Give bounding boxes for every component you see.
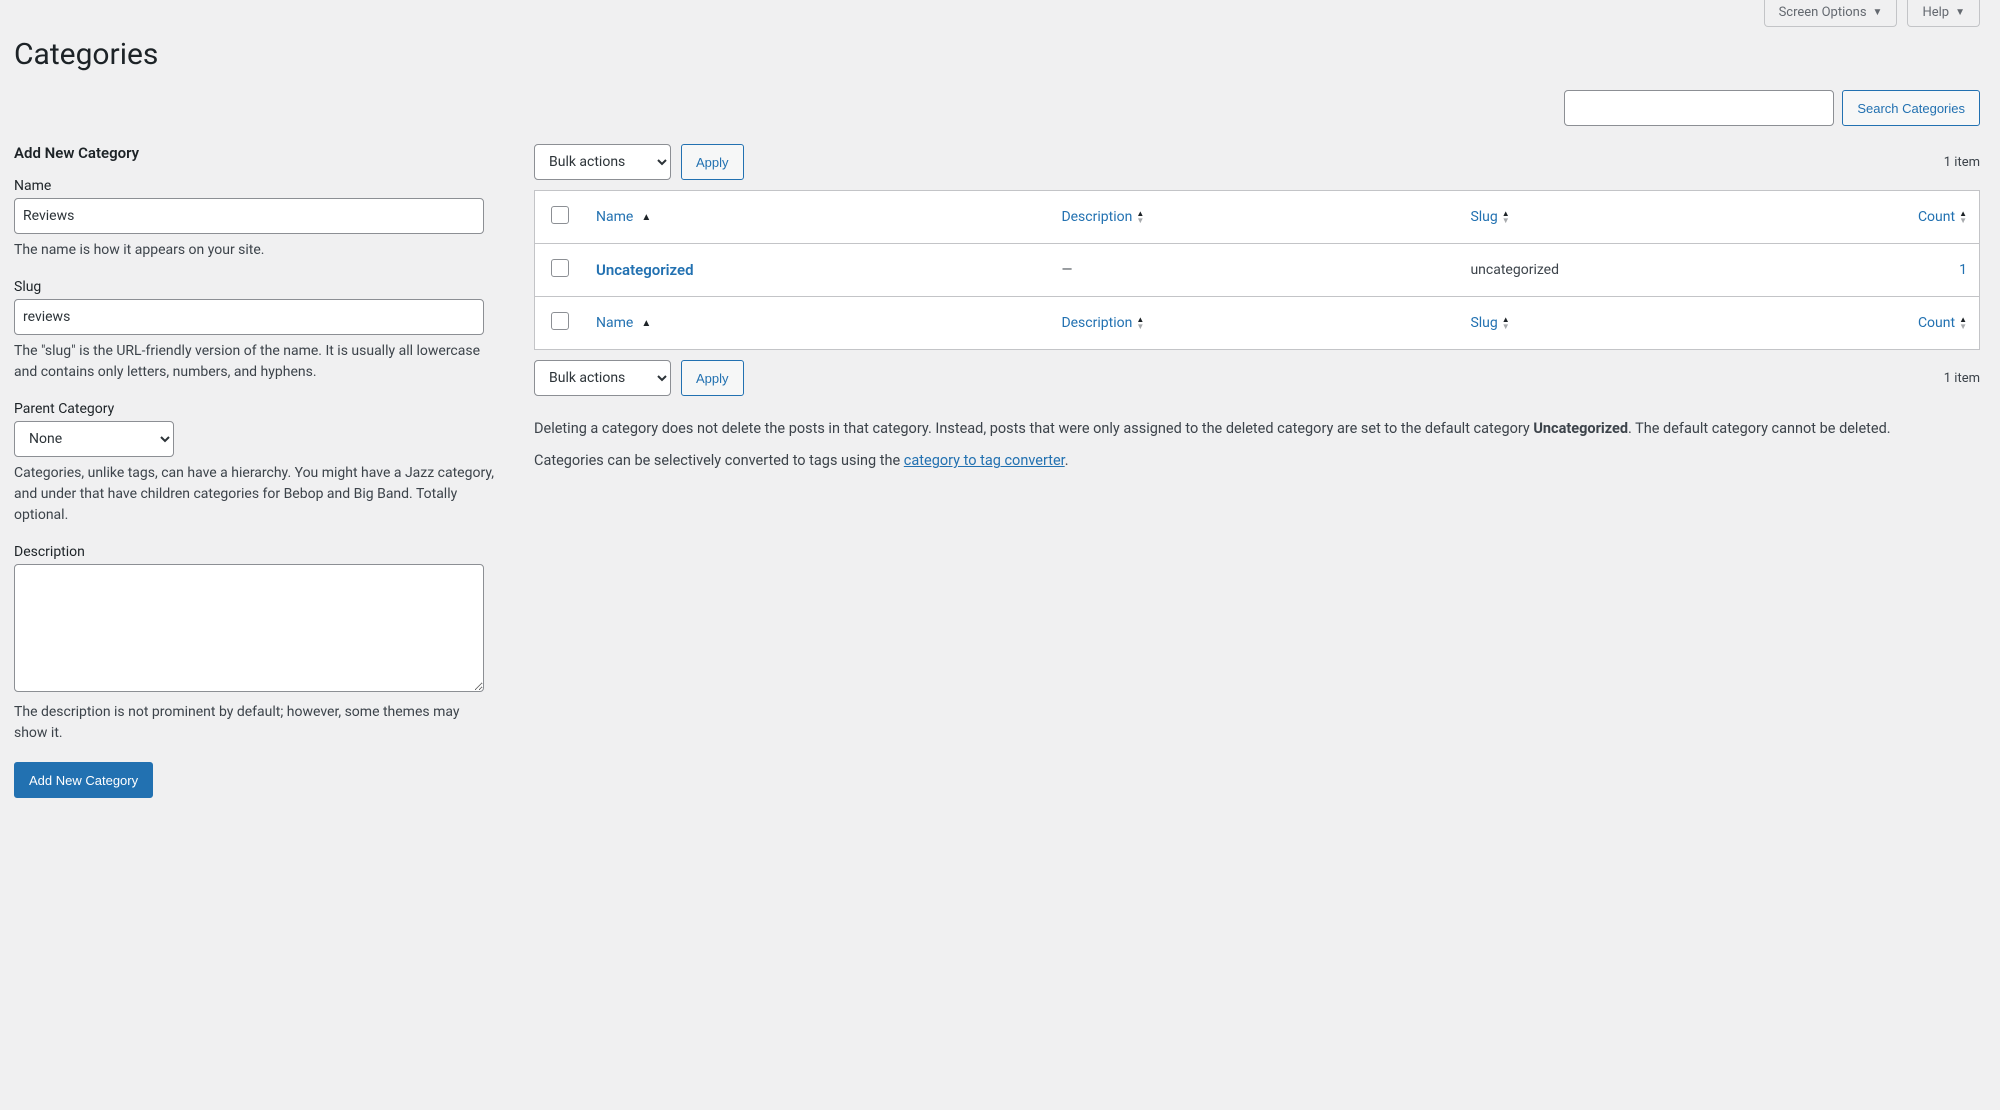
row-slug: uncategorized	[1458, 244, 1889, 297]
caret-up-icon: ▲	[641, 318, 651, 329]
note-delete: Deleting a category does not delete the …	[534, 418, 1980, 440]
category-to-tag-converter-link[interactable]: category to tag converter	[904, 452, 1065, 469]
select-all-top-checkbox[interactable]	[551, 206, 569, 224]
name-input[interactable]	[14, 198, 484, 234]
sort-indicator-icon: ▲▼	[1136, 316, 1144, 330]
slug-input[interactable]	[14, 299, 484, 335]
apply-button-top[interactable]: Apply	[681, 144, 744, 180]
col-count-sort-top[interactable]: Count ▲▼	[1918, 209, 1967, 225]
sort-indicator-icon: ▲▼	[1959, 316, 1967, 330]
col-slug-label: Slug	[1470, 315, 1497, 331]
row-checkbox[interactable]	[551, 259, 569, 277]
row-count-link[interactable]: 1	[1959, 262, 1967, 278]
col-slug-sort-top[interactable]: Slug ▲▼	[1470, 209, 1509, 225]
col-name-label: Name	[596, 315, 633, 331]
col-description-label: Description	[1061, 315, 1132, 331]
select-all-bottom-checkbox[interactable]	[551, 312, 569, 330]
add-new-category-button[interactable]: Add New Category	[14, 762, 153, 798]
note-default-category: Uncategorized	[1533, 420, 1628, 437]
col-name-sort-bottom[interactable]: Name ▲	[596, 315, 651, 331]
col-description-label: Description	[1061, 209, 1132, 225]
col-count-sort-bottom[interactable]: Count ▲▼	[1918, 315, 1967, 331]
screen-options-label: Screen Options	[1779, 5, 1867, 20]
sort-indicator-icon: ▲▼	[1136, 210, 1144, 224]
row-description: —	[1049, 244, 1458, 297]
bulk-actions-select-bottom[interactable]: Bulk actions	[534, 360, 671, 396]
page-title: Categories	[14, 37, 1980, 72]
categories-table: Name ▲ Description ▲▼ Slug ▲▼	[534, 190, 1980, 350]
search-categories-input[interactable]	[1564, 90, 1834, 126]
col-count-label: Count	[1918, 209, 1955, 225]
parent-category-select[interactable]: None	[14, 421, 174, 457]
help-label: Help	[1922, 5, 1949, 20]
col-name-label: Name	[596, 209, 633, 225]
help-tab[interactable]: Help ▼	[1907, 0, 1980, 27]
table-row: Uncategorized — uncategorized 1	[535, 244, 1980, 297]
row-name-link[interactable]: Uncategorized	[596, 261, 694, 279]
name-help: The name is how it appears on your site.	[14, 240, 494, 261]
parent-category-help: Categories, unlike tags, can have a hier…	[14, 463, 494, 526]
sort-indicator-icon: ▲▼	[1959, 210, 1967, 224]
name-label: Name	[14, 178, 494, 194]
slug-help: The "slug" is the URL-friendly version o…	[14, 341, 494, 383]
description-textarea[interactable]	[14, 564, 484, 692]
screen-options-tab[interactable]: Screen Options ▼	[1764, 0, 1898, 27]
parent-category-label: Parent Category	[14, 401, 494, 417]
caret-up-icon: ▲	[641, 212, 651, 223]
sort-indicator-icon: ▲▼	[1502, 316, 1510, 330]
col-description-sort-top[interactable]: Description ▲▼	[1061, 209, 1144, 225]
sort-indicator-icon: ▲▼	[1502, 210, 1510, 224]
description-label: Description	[14, 544, 494, 560]
add-new-category-heading: Add New Category	[14, 144, 494, 162]
col-description-sort-bottom[interactable]: Description ▲▼	[1061, 315, 1144, 331]
col-count-label: Count	[1918, 315, 1955, 331]
bulk-actions-select-top[interactable]: Bulk actions	[534, 144, 671, 180]
slug-label: Slug	[14, 279, 494, 295]
chevron-down-icon: ▼	[1955, 7, 1965, 18]
chevron-down-icon: ▼	[1873, 7, 1883, 18]
apply-button-bottom[interactable]: Apply	[681, 360, 744, 396]
description-help: The description is not prominent by defa…	[14, 702, 494, 744]
col-name-sort-top[interactable]: Name ▲	[596, 209, 651, 225]
search-categories-button[interactable]: Search Categories	[1842, 90, 1980, 126]
note-convert: Categories can be selectively converted …	[534, 450, 1980, 472]
col-slug-sort-bottom[interactable]: Slug ▲▼	[1470, 315, 1509, 331]
item-count-bottom: 1 item	[1944, 371, 1980, 386]
item-count-top: 1 item	[1944, 155, 1980, 170]
col-slug-label: Slug	[1470, 209, 1497, 225]
